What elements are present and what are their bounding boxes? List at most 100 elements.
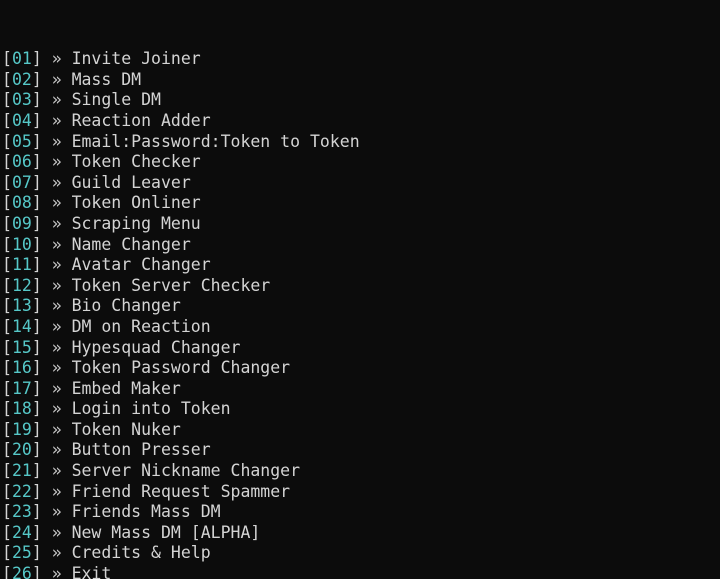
menu-item[interactable]: [09] » Scraping Menu (2, 214, 720, 235)
menu-item[interactable]: [16] » Token Password Changer (2, 358, 720, 379)
menu-item-arrow-icon: » (51, 172, 62, 192)
menu-item-open-bracket: [ (2, 110, 12, 130)
menu-item-list: [01] » Invite Joiner [02] » Mass DM [03] »… (2, 49, 720, 579)
menu-item-close-bracket: ] (31, 337, 42, 357)
menu-item-close-bracket: ] (31, 316, 42, 336)
menu-item-spacer (62, 173, 72, 192)
menu-item-open-bracket: [ (2, 522, 12, 542)
terminal-screen[interactable]: [SUCCESS][21:02:14] » DnDGO Users: 978,4… (0, 0, 720, 579)
menu-item[interactable]: [02] » Mass DM (2, 70, 720, 91)
menu-item-close-bracket: ] (31, 49, 42, 69)
menu-item[interactable]: [20] » Button Presser (2, 440, 720, 461)
menu-item-open-bracket: [ (2, 234, 12, 254)
menu-item[interactable]: [25] » Credits & Help (2, 543, 720, 564)
menu-item-open-bracket: [ (2, 255, 12, 275)
menu-item[interactable]: [01] » Invite Joiner (2, 49, 720, 70)
menu-item-open-bracket: [ (2, 419, 12, 439)
menu-item[interactable]: [13] » Bio Changer (2, 296, 720, 317)
menu-item-spacer (42, 152, 52, 171)
menu-item[interactable]: [24] » New Mass DM [ALPHA] (2, 523, 720, 544)
menu-item[interactable]: [12] » Token Server Checker (2, 276, 720, 297)
menu-item-spacer (62, 276, 72, 295)
menu-item-spacer (62, 420, 72, 439)
menu-item-close-bracket: ] (31, 90, 42, 110)
menu-item-spacer (42, 358, 52, 377)
menu-item[interactable]: [23] » Friends Mass DM (2, 502, 720, 523)
menu-item-label: Bio Changer (71, 296, 181, 316)
menu-item-open-bracket: [ (2, 69, 12, 89)
menu-item[interactable]: [07] » Guild Leaver (2, 173, 720, 194)
menu-item-arrow-icon: » (51, 296, 62, 316)
menu-item[interactable]: [05] » Email:Password:Token to Token (2, 132, 720, 153)
menu-item-spacer (62, 255, 72, 274)
menu-item-close-bracket: ] (31, 502, 42, 522)
menu-item-arrow-icon: » (51, 152, 62, 172)
menu-item-arrow-icon: » (51, 543, 62, 563)
menu-item-spacer (42, 255, 52, 274)
menu-item-close-bracket: ] (31, 193, 42, 213)
menu-item-close-bracket: ] (31, 255, 42, 275)
menu-item-open-bracket: [ (2, 172, 12, 192)
menu-item[interactable]: [06] » Token Checker (2, 152, 720, 173)
menu-item[interactable]: [19] » Token Nuker (2, 420, 720, 441)
menu-item-arrow-icon: » (51, 522, 62, 542)
menu-item-index: 15 (11, 337, 32, 357)
menu-item-index: 14 (11, 316, 32, 336)
menu-item-spacer (42, 90, 52, 109)
menu-item-spacer (42, 379, 52, 398)
menu-item-spacer (42, 338, 52, 357)
menu-item-close-bracket: ] (31, 440, 42, 460)
menu-item-close-bracket: ] (31, 419, 42, 439)
menu-item-close-bracket: ] (31, 110, 42, 130)
menu-item[interactable]: [21] » Server Nickname Changer (2, 461, 720, 482)
menu-item-open-bracket: [ (2, 193, 12, 213)
menu-item-open-bracket: [ (2, 275, 12, 295)
menu-item-index: 12 (11, 275, 32, 295)
menu-item[interactable]: [18] » Login into Token (2, 399, 720, 420)
menu-item-index: 22 (11, 481, 32, 501)
menu-item-open-bracket: [ (2, 543, 12, 563)
menu-item-index: 24 (11, 522, 32, 542)
menu-item-spacer (42, 173, 52, 192)
menu-item[interactable]: [08] » Token Onliner (2, 193, 720, 214)
menu-item-arrow-icon: » (51, 275, 62, 295)
menu-item[interactable]: [04] » Reaction Adder (2, 111, 720, 132)
menu-item[interactable]: [11] » Avatar Changer (2, 255, 720, 276)
menu-item-index: 03 (11, 90, 32, 110)
menu-item-spacer (62, 235, 72, 254)
menu-item-spacer (62, 296, 72, 315)
menu-item-close-bracket: ] (31, 213, 42, 233)
menu-item-close-bracket: ] (31, 131, 42, 151)
menu-item[interactable]: [17] » Embed Maker (2, 379, 720, 400)
menu-item-close-bracket: ] (31, 358, 42, 378)
menu-item-label: Friends Mass DM (71, 502, 221, 522)
menu-item-arrow-icon: » (51, 461, 62, 481)
menu-item-close-bracket: ] (31, 69, 42, 89)
menu-item[interactable]: [10] » Name Changer (2, 235, 720, 256)
menu-item[interactable]: [15] » Hypesquad Changer (2, 338, 720, 359)
menu-item-label: Token Nuker (71, 419, 181, 439)
menu-item-spacer (62, 132, 72, 151)
menu-item-open-bracket: [ (2, 90, 12, 110)
menu-item-open-bracket: [ (2, 378, 12, 398)
menu-item-arrow-icon: » (51, 255, 62, 275)
menu-item[interactable]: [22] » Friend Request Spammer (2, 482, 720, 503)
menu-item-spacer (62, 193, 72, 212)
menu-item-close-bracket: ] (31, 172, 42, 192)
menu-item[interactable]: [26] » Exit (2, 564, 720, 579)
menu-item-label: New Mass DM [ALPHA] (71, 522, 261, 542)
menu-item-open-bracket: [ (2, 358, 12, 378)
menu-item-arrow-icon: » (51, 90, 62, 110)
menu-item-arrow-icon: » (51, 69, 62, 89)
menu-item[interactable]: [14] » DM on Reaction (2, 317, 720, 338)
menu-item-spacer (62, 440, 72, 459)
menu-item-spacer (42, 502, 52, 521)
menu-item-close-bracket: ] (31, 564, 42, 579)
menu-item-spacer (62, 317, 72, 336)
menu-item-index: 26 (11, 564, 32, 579)
menu-item-arrow-icon: » (51, 358, 62, 378)
menu-item[interactable]: [03] » Single DM (2, 90, 720, 111)
menu-item-index: 25 (11, 543, 32, 563)
menu-item-arrow-icon: » (51, 337, 62, 357)
menu-item-spacer (42, 564, 52, 579)
